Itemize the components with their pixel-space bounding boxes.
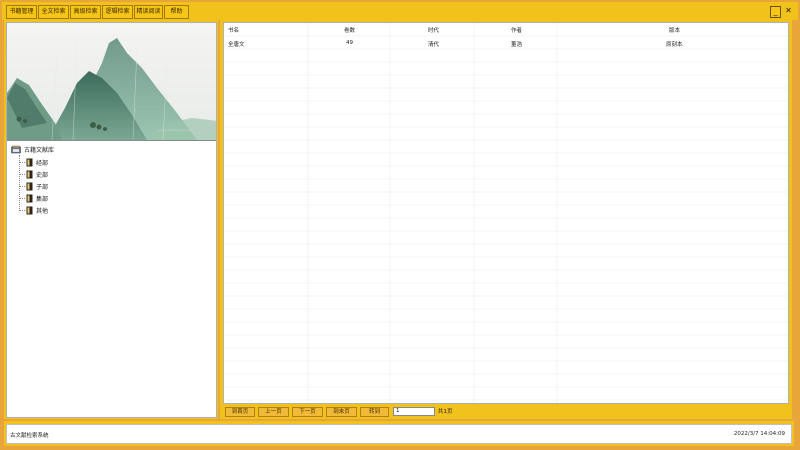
tree-item-ji[interactable]: 集部 bbox=[19, 192, 48, 204]
tree-item-other[interactable]: 其他 bbox=[19, 204, 48, 216]
category-tree: 古籍文献库 经部 史部 子部 集部 其他 bbox=[11, 143, 211, 233]
table-cell-volumes[interactable]: 49 bbox=[346, 40, 353, 46]
right-frame: 书名 卷数 时代 作者 版本 全唐文 49 清代 董浩 原刻本 到首页 上一页 … bbox=[220, 20, 792, 419]
column-header-volumes[interactable]: 卷数 bbox=[344, 26, 355, 34]
table-grid bbox=[224, 23, 788, 403]
minimize-button[interactable]: _ bbox=[770, 6, 781, 18]
tree-item-label: 其他 bbox=[36, 207, 49, 215]
tree-root-label: 古籍文献库 bbox=[24, 146, 55, 154]
book-icon bbox=[26, 206, 33, 214]
close-button[interactable]: ✕ bbox=[783, 6, 794, 18]
menu-reading[interactable]: 精读阅读 bbox=[134, 5, 163, 19]
column-header-title[interactable]: 书名 bbox=[228, 26, 239, 34]
last-page-button[interactable]: 到末页 bbox=[326, 407, 357, 417]
app-name-label: 古文献检索系统 bbox=[10, 433, 49, 439]
book-icon bbox=[26, 158, 33, 166]
book-icon bbox=[26, 170, 33, 178]
table-cell-edition[interactable]: 原刻本 bbox=[666, 40, 683, 48]
book-icon bbox=[26, 194, 33, 202]
pagination-bar: 到首页 上一页 下一页 到末页 转到 1 共1页 bbox=[223, 406, 789, 418]
table-cell-title[interactable]: 全唐文 bbox=[228, 40, 245, 48]
column-header-era[interactable]: 时代 bbox=[428, 26, 439, 34]
status-frame: 古文献检索系统 2022/3/7 14:04:09 bbox=[4, 421, 794, 446]
landscape-painting bbox=[7, 23, 216, 140]
navigation-panel: 古籍文献库 经部 史部 子部 集部 其他 bbox=[6, 22, 217, 418]
book-icon bbox=[26, 182, 33, 190]
table-cell-era[interactable]: 清代 bbox=[428, 40, 439, 48]
first-page-button[interactable]: 到首页 bbox=[225, 407, 255, 417]
menu-advanced-search[interactable]: 高级检索 bbox=[70, 5, 101, 19]
menu-bar: 书籍管理 全文检索 高级检索 逻辑检索 精读阅读 帮助 _ ✕ bbox=[2, 2, 798, 20]
tree-item-label: 史部 bbox=[36, 171, 49, 179]
left-frame: 古籍文献库 经部 史部 子部 集部 其他 bbox=[4, 20, 218, 419]
menu-fulltext-search[interactable]: 全文检索 bbox=[38, 5, 69, 19]
status-bar: 古文献检索系统 2022/3/7 14:04:09 bbox=[6, 424, 792, 444]
tree-item-zi[interactable]: 子部 bbox=[19, 180, 48, 192]
column-header-author[interactable]: 作者 bbox=[511, 26, 522, 34]
tree-item-jing[interactable]: 经部 bbox=[19, 156, 48, 168]
results-table: 书名 卷数 时代 作者 版本 全唐文 49 清代 董浩 原刻本 bbox=[223, 22, 789, 404]
prev-page-button[interactable]: 上一页 bbox=[258, 407, 289, 417]
tree-root[interactable]: 古籍文献库 bbox=[11, 143, 54, 155]
panel-divider bbox=[7, 140, 216, 141]
menu-help[interactable]: 帮助 bbox=[164, 5, 189, 19]
page-number-input[interactable]: 1 bbox=[393, 407, 435, 416]
column-header-edition[interactable]: 版本 bbox=[669, 26, 680, 34]
page-total-label: 共1页 bbox=[438, 409, 453, 415]
tree-item-label: 经部 bbox=[36, 159, 49, 167]
tree-item-shi[interactable]: 史部 bbox=[19, 168, 48, 180]
menu-book-management[interactable]: 书籍管理 bbox=[6, 5, 37, 19]
tree-item-label: 集部 bbox=[36, 195, 49, 203]
tree-item-label: 子部 bbox=[36, 183, 49, 191]
library-icon bbox=[11, 145, 21, 153]
menu-logic-search[interactable]: 逻辑检索 bbox=[102, 5, 133, 19]
table-cell-author[interactable]: 董浩 bbox=[511, 40, 522, 48]
next-page-button[interactable]: 下一页 bbox=[292, 407, 323, 417]
datetime-label: 2022/3/7 14:04:09 bbox=[733, 431, 785, 437]
goto-page-button[interactable]: 转到 bbox=[360, 407, 389, 417]
